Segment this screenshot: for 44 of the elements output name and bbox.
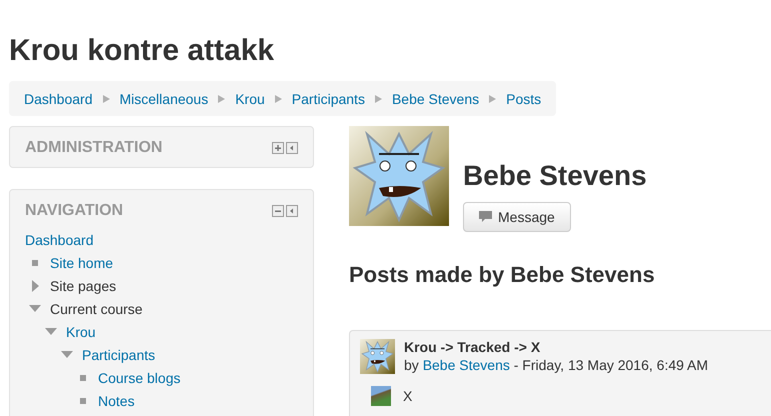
dock-icon[interactable] bbox=[286, 142, 298, 154]
nav-link[interactable]: Participants bbox=[82, 346, 156, 362]
nav-link[interactable]: Dashboard bbox=[25, 232, 94, 248]
separator-icon bbox=[218, 94, 226, 102]
nav-link[interactable]: Site home bbox=[50, 254, 114, 270]
breadcrumb-link[interactable]: Miscellaneous bbox=[120, 90, 208, 106]
nav-link[interactable]: Notes bbox=[98, 392, 135, 408]
triangle-right-icon[interactable] bbox=[32, 280, 38, 292]
speech-bubble-icon bbox=[479, 211, 492, 223]
breadcrumb-link[interactable]: Bebe Stevens bbox=[392, 90, 480, 106]
star-avatar-icon bbox=[360, 339, 395, 374]
triangle-down-icon[interactable] bbox=[45, 328, 57, 335]
section-heading: Posts made by Bebe Stevens bbox=[349, 261, 656, 289]
plus-icon[interactable] bbox=[272, 142, 284, 154]
author-link[interactable]: Bebe Stevens bbox=[422, 357, 510, 373]
breadcrumb-link[interactable]: Participants bbox=[292, 90, 365, 106]
bullet-icon bbox=[80, 374, 86, 380]
block-title: NAVIGATION bbox=[25, 202, 124, 220]
triangle-down-icon[interactable] bbox=[29, 305, 41, 312]
separator-icon bbox=[102, 94, 110, 102]
nav-item[interactable]: Current course bbox=[50, 300, 143, 316]
breadcrumb-link[interactable]: Krou bbox=[235, 90, 265, 106]
breadcrumb-link[interactable]: Posts bbox=[506, 90, 542, 106]
post-text: X bbox=[403, 388, 412, 404]
breadcrumb-link[interactable]: Dashboard bbox=[24, 90, 92, 106]
minus-icon[interactable] bbox=[272, 205, 284, 217]
post-meta: by Bebe Stevens - Friday, 13 May 2016, 6:49 AM bbox=[404, 357, 708, 373]
block-title: ADMINISTRATION bbox=[25, 139, 162, 157]
nav-link[interactable]: Course blogs bbox=[98, 370, 180, 386]
photo-placeholder bbox=[371, 386, 391, 406]
message-button[interactable]: Message bbox=[463, 202, 571, 232]
post-subject: Krou -> Tracked -> X bbox=[404, 339, 542, 355]
separator-icon bbox=[374, 94, 382, 102]
triangle-down-icon[interactable] bbox=[61, 351, 73, 358]
bullet-icon bbox=[80, 398, 86, 404]
separator-icon bbox=[489, 94, 496, 102]
bullet-icon bbox=[32, 260, 38, 266]
separator-icon bbox=[274, 94, 282, 102]
profile-name: Bebe Stevens bbox=[463, 159, 647, 193]
dock-icon[interactable] bbox=[286, 205, 298, 217]
nav-link[interactable]: Krou bbox=[66, 324, 96, 340]
nav-item[interactable]: Site pages bbox=[50, 278, 116, 294]
star-avatar-icon bbox=[349, 126, 449, 226]
page-title: Krou kontre attakk bbox=[9, 33, 276, 69]
